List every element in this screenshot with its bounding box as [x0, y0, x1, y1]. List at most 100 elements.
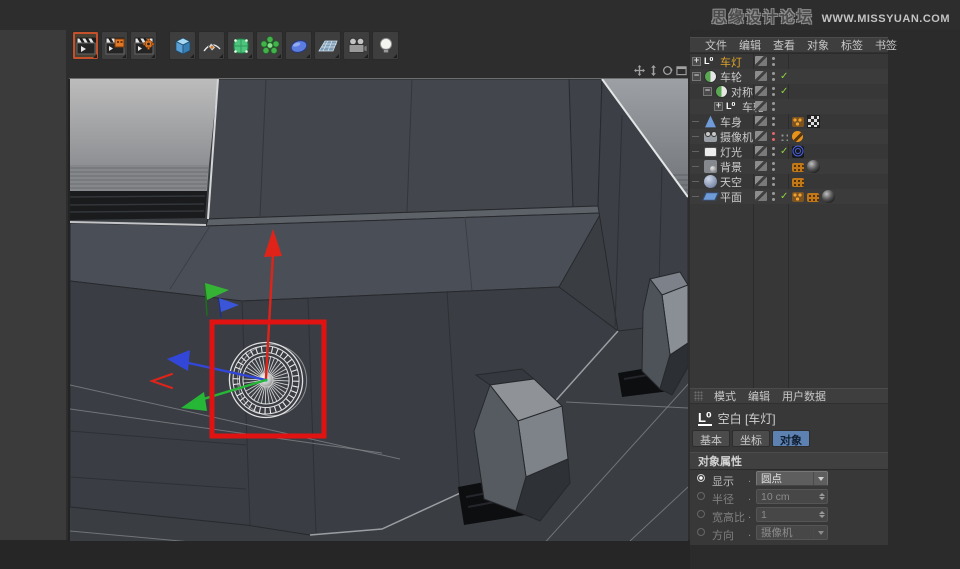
dropdown-arrow-icon[interactable]	[813, 526, 827, 539]
pan-icon[interactable]	[634, 64, 645, 76]
visibility-dots[interactable]	[772, 132, 775, 135]
layer-color-box[interactable]	[755, 101, 767, 111]
attribute-tab[interactable]: 坐标	[732, 430, 770, 447]
menu-item[interactable]: 编辑	[742, 388, 776, 404]
visibility-dots[interactable]	[772, 117, 775, 120]
field-control[interactable]: 摄像机	[756, 525, 828, 540]
object-row[interactable]: 对称	[690, 84, 888, 99]
object-row[interactable]: 车轮	[690, 69, 888, 84]
layer-color-box[interactable]	[755, 71, 767, 81]
layer-color-box[interactable]	[755, 176, 767, 186]
object-row[interactable]: 摄像机	[690, 129, 888, 144]
object-row[interactable]: 车灯	[690, 54, 888, 69]
menu-item[interactable]: 查看	[767, 37, 801, 53]
expander-toggle[interactable]	[692, 121, 699, 122]
subdivision-surface-button[interactable]	[227, 31, 254, 60]
visibility-dots[interactable]	[772, 177, 775, 180]
visibility-dots[interactable]	[772, 57, 775, 60]
dolly-icon[interactable]	[648, 64, 659, 76]
render-settings-button[interactable]	[130, 31, 157, 60]
field-key-radio[interactable]	[697, 528, 705, 536]
menu-item[interactable]: 文件	[699, 37, 733, 53]
field-control[interactable]: 1	[756, 507, 828, 522]
enable-toggle[interactable]	[780, 55, 790, 67]
object-row[interactable]: 天空	[690, 174, 888, 189]
field-key-radio[interactable]	[697, 492, 705, 500]
attribute-tab[interactable]: 对象	[772, 430, 810, 447]
expander-toggle[interactable]	[692, 166, 699, 167]
compositing-tag[interactable]	[807, 192, 819, 202]
camera-button[interactable]	[343, 31, 370, 60]
expander-toggle[interactable]	[703, 85, 712, 96]
target-tag[interactable]	[792, 145, 804, 158]
rotate-icon[interactable]	[662, 65, 673, 76]
layer-color-box[interactable]	[755, 191, 767, 201]
phong-tag[interactable]	[792, 116, 804, 127]
menu-item[interactable]: 对象	[801, 37, 835, 53]
layer-color-box[interactable]	[755, 116, 767, 126]
expander-toggle[interactable]	[692, 151, 699, 152]
spinner-arrows-icon[interactable]	[817, 493, 827, 500]
enable-toggle[interactable]	[780, 100, 790, 112]
enable-toggle[interactable]	[780, 70, 790, 82]
layer-color-box[interactable]	[755, 56, 767, 66]
light-button[interactable]	[372, 31, 399, 60]
field-control[interactable]: 10 cm	[756, 489, 828, 504]
expander-toggle[interactable]	[692, 181, 699, 182]
menu-item[interactable]: 书签	[869, 37, 903, 53]
visibility-dots[interactable]	[772, 87, 775, 90]
expander-toggle[interactable]	[692, 136, 699, 137]
menu-item[interactable]: 用户数据	[776, 388, 832, 404]
object-row[interactable]: 背景	[690, 159, 888, 174]
menu-item[interactable]: 标签	[835, 37, 869, 53]
field-key-radio[interactable]	[697, 510, 705, 518]
field-control[interactable]: 圆点	[756, 471, 828, 486]
layer-color-box[interactable]	[755, 161, 767, 171]
visibility-dots[interactable]	[772, 102, 775, 105]
menu-item[interactable]: 编辑	[733, 37, 767, 53]
field-key-radio[interactable]	[697, 474, 705, 482]
maximize-icon[interactable]	[676, 65, 687, 76]
visibility-dots[interactable]	[772, 162, 775, 165]
menu-item[interactable]: 模式	[708, 388, 742, 404]
object-row[interactable]: 车身	[690, 114, 888, 129]
spline-pen-button[interactable]	[198, 31, 225, 60]
array-modeling-button[interactable]	[256, 31, 283, 60]
expander-toggle[interactable]	[692, 196, 699, 197]
enable-toggle[interactable]	[780, 115, 790, 127]
floor-environment-button[interactable]	[314, 31, 341, 60]
material-tag[interactable]	[807, 160, 820, 173]
render-view-button[interactable]	[72, 31, 99, 60]
enable-toggle[interactable]	[780, 145, 790, 157]
attribute-tab[interactable]: 基本	[692, 430, 730, 447]
enable-toggle[interactable]	[780, 133, 788, 141]
panel-grip-icon[interactable]	[694, 391, 703, 401]
enable-toggle[interactable]	[780, 175, 790, 187]
enable-toggle[interactable]	[780, 190, 790, 202]
spinner-arrows-icon[interactable]	[817, 511, 827, 518]
expander-toggle[interactable]	[714, 100, 723, 111]
material-tag[interactable]	[822, 190, 835, 203]
visibility-dots[interactable]	[772, 147, 775, 150]
enable-toggle[interactable]	[780, 160, 790, 172]
layer-color-box[interactable]	[755, 86, 767, 96]
checker-tag[interactable]	[807, 115, 820, 128]
object-manager[interactable]: 车灯 车轮 对称	[690, 54, 888, 388]
compositing-tag[interactable]	[792, 162, 804, 172]
enable-toggle[interactable]	[780, 85, 790, 97]
expander-toggle[interactable]	[692, 55, 701, 66]
dropdown-arrow-icon[interactable]	[813, 472, 827, 485]
visibility-dots[interactable]	[772, 192, 775, 195]
layer-color-box[interactable]	[755, 146, 767, 156]
compositing-tag[interactable]	[792, 177, 804, 187]
layer-color-box[interactable]	[755, 131, 767, 141]
3d-viewport[interactable]	[68, 78, 688, 541]
visibility-dots[interactable]	[772, 72, 775, 75]
object-row[interactable]: 灯光	[690, 144, 888, 159]
object-row[interactable]: 车轮	[690, 99, 888, 114]
render-region-button[interactable]	[101, 31, 128, 60]
expander-toggle[interactable]	[692, 70, 701, 81]
lens-deformer-button[interactable]	[285, 31, 312, 60]
phong-tag[interactable]	[792, 191, 804, 202]
object-row[interactable]: 平面	[690, 189, 888, 204]
